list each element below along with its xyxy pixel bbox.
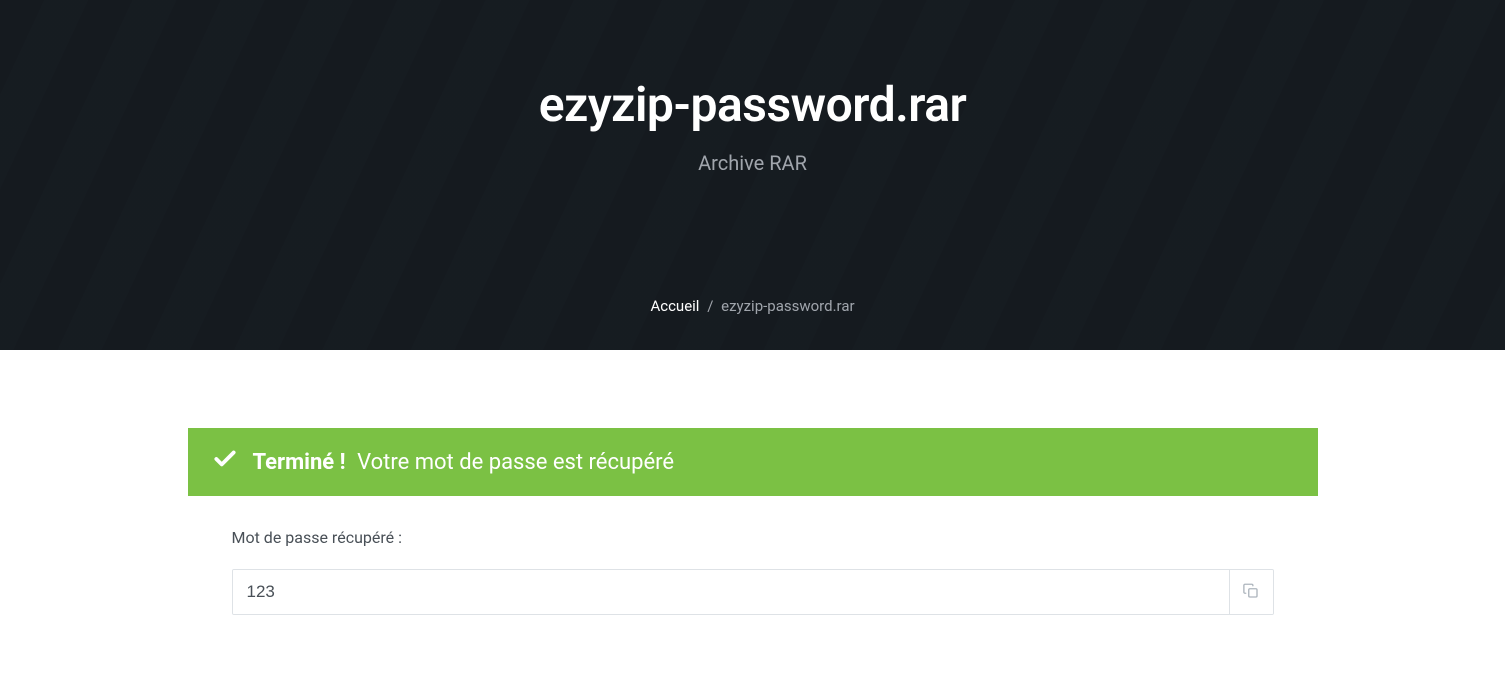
- copy-icon: [1242, 582, 1260, 603]
- alert-bold-text: Terminé !: [253, 450, 346, 475]
- success-alert: Terminé ! Votre mot de passe est récupér…: [188, 428, 1318, 496]
- alert-text: Votre mot de passe est récupéré: [357, 450, 674, 475]
- password-group: [232, 569, 1274, 615]
- hero-banner: ezyzip-password.rar Archive RAR Accueil …: [0, 0, 1505, 350]
- password-field[interactable]: [233, 570, 1229, 614]
- breadcrumb-separator: /: [707, 297, 713, 315]
- result-section: Mot de passe récupéré :: [188, 496, 1318, 647]
- check-icon: [212, 446, 238, 478]
- password-label: Mot de passe récupéré :: [232, 528, 1274, 547]
- copy-button[interactable]: [1229, 570, 1273, 614]
- breadcrumb-current: ezyzip-password.rar: [721, 297, 854, 315]
- breadcrumb: Accueil / ezyzip-password.rar: [650, 297, 854, 315]
- page-subtitle: Archive RAR: [698, 151, 807, 175]
- content-container: Terminé ! Votre mot de passe est récupér…: [173, 428, 1333, 647]
- page-title: ezyzip-password.rar: [539, 76, 967, 133]
- breadcrumb-home-link[interactable]: Accueil: [650, 297, 699, 315]
